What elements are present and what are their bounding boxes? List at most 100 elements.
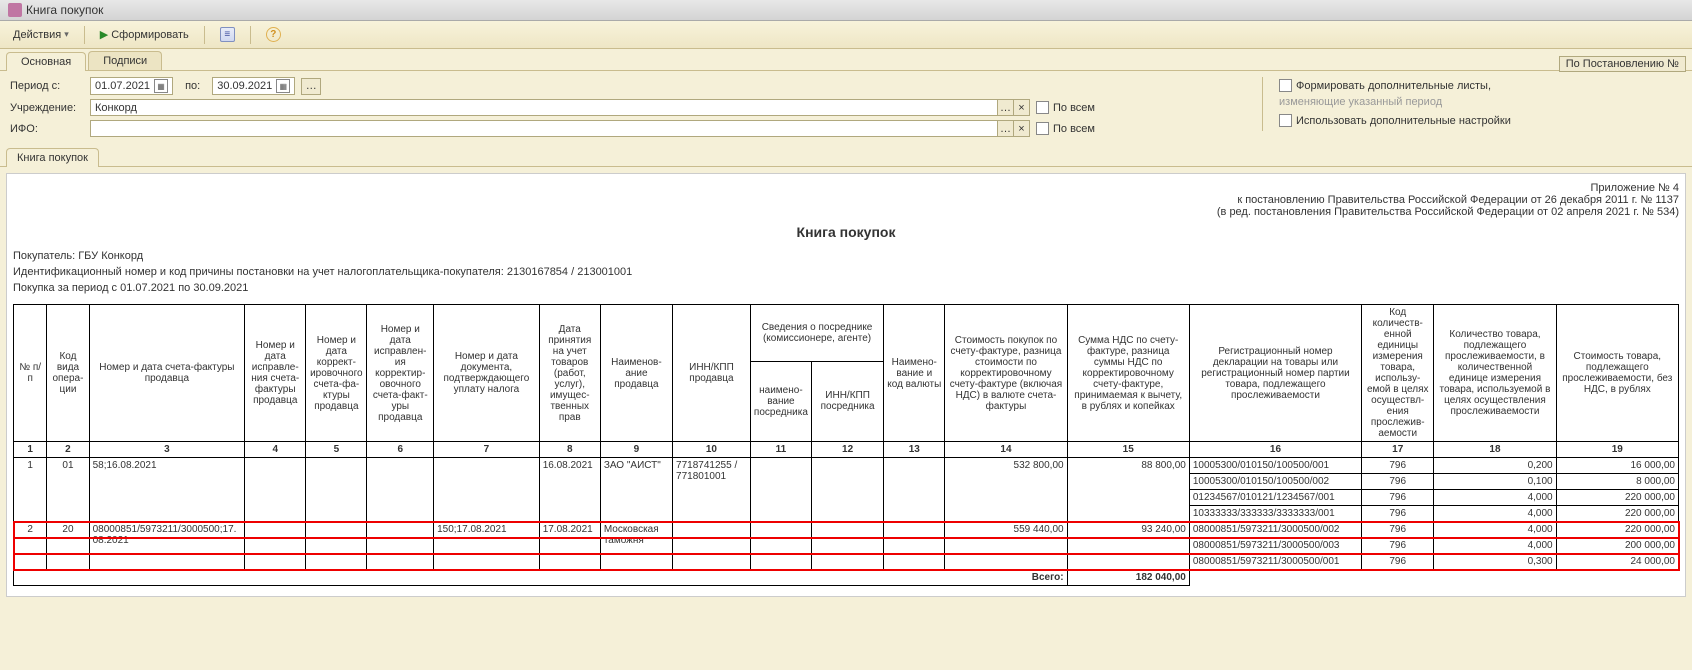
cell: 01234567/010121/1234567/001 (1189, 490, 1361, 506)
settings-tool-button[interactable]: ≡ (213, 24, 242, 45)
cell: Московская таможня (600, 522, 672, 570)
cell: 7718741255 / 771801001 (673, 458, 751, 522)
calendar-icon[interactable]: ▦ (154, 79, 168, 93)
form-extra-checkbox[interactable]: Формировать дополнительные листы, (1279, 79, 1491, 92)
cell: 10005300/010150/100500/001 (1189, 458, 1361, 474)
th-7: Номер и дата документа, подтверждаю­щего… (434, 305, 540, 442)
ifo-input[interactable] (90, 120, 998, 137)
cell: 08000851/5973211/3000500/003 (1189, 538, 1361, 554)
org-value: Конкорд (95, 102, 137, 114)
th-2: Код вида опера­ции (47, 305, 89, 442)
cell: 220 000,00 (1556, 522, 1678, 538)
total-row: Всего:182 040,00 (14, 570, 1679, 586)
cell: 58;16.08.2021 (89, 458, 245, 522)
cell (367, 522, 434, 570)
cell (884, 522, 945, 570)
cell: 796 (1362, 522, 1434, 538)
total-vat: 182 040,00 (1067, 570, 1189, 586)
colnum-cell: 9 (600, 442, 672, 458)
cell: 532 800,00 (945, 458, 1067, 522)
th-1: № п/п (14, 305, 47, 442)
cell: 220 000,00 (1556, 506, 1678, 522)
cell: 08000851/5973211/3000500;17.08.2021 (89, 522, 245, 570)
th-9: Наименов­ание продавца (600, 305, 672, 442)
period-to-input[interactable]: 30.09.2021 ▦ (212, 77, 295, 95)
cell (811, 522, 883, 570)
org-label: Учреждение: (10, 102, 84, 114)
cell: 20 (47, 522, 89, 570)
cell: 8 000,00 (1556, 474, 1678, 490)
cell: 4,000 (1434, 490, 1556, 506)
annex-line3: (в ред. постановления Правительства Росс… (13, 206, 1679, 218)
checkbox-icon (1036, 101, 1049, 114)
separator (250, 26, 251, 44)
table-row[interactable]: 22008000851/5973211/3000500;17.08.202115… (14, 522, 1679, 538)
colnum-cell: 7 (434, 442, 540, 458)
colnum-cell: 18 (1434, 442, 1556, 458)
cell: 0,200 (1434, 458, 1556, 474)
th-6: Номер и дата исправлен­ия корректир­овоч… (367, 305, 434, 442)
org-picker-button[interactable]: … (998, 99, 1014, 116)
ifo-picker-button[interactable]: … (998, 120, 1014, 137)
colnum-cell: 2 (47, 442, 89, 458)
cell: 796 (1362, 458, 1434, 474)
period-label: Период с: (10, 80, 84, 92)
cell (306, 522, 367, 570)
colnum-cell: 11 (750, 442, 811, 458)
ifo-clear-button[interactable]: × (1014, 120, 1030, 137)
org-input[interactable]: Конкорд (90, 99, 998, 116)
table-row[interactable]: 10158;16.08.202116.08.2021ЗАО "АИСТ"7718… (14, 458, 1679, 474)
annex-line1: Приложение № 4 (13, 182, 1679, 194)
th-18: Количество товара, подлежащего прослежив… (1434, 305, 1556, 442)
decree-dropdown[interactable]: По Постановлению № (1559, 56, 1686, 72)
ifo-all-checkbox[interactable]: По всем (1036, 122, 1095, 135)
cell: 17.08.2021 (539, 522, 600, 570)
actions-menu[interactable]: Действия ▾ (6, 26, 76, 44)
actions-label: Действия (13, 29, 61, 41)
cell: 4,000 (1434, 522, 1556, 538)
checkbox-icon (1036, 122, 1049, 135)
org-clear-button[interactable]: × (1014, 99, 1030, 116)
colnum-cell: 15 (1067, 442, 1189, 458)
th-19: Стоимость товара, подлежащего прослежива… (1556, 305, 1678, 442)
calendar-icon[interactable]: ▦ (276, 79, 290, 93)
tab-book[interactable]: Книга покупок (6, 148, 99, 167)
form-label: Сформировать (111, 29, 189, 41)
period-from-input[interactable]: 01.07.2021 ▦ (90, 77, 173, 95)
th-16: Регистрационный номер декларации на това… (1189, 305, 1361, 442)
cell: 559 440,00 (945, 522, 1067, 570)
checkbox-icon (1279, 79, 1292, 92)
cell (673, 522, 751, 570)
form-button[interactable]: ▶ Сформировать (93, 25, 196, 44)
th-3: Номер и дата счета-фактуры продавца (89, 305, 245, 442)
cell: 796 (1362, 554, 1434, 570)
period-from-value: 01.07.2021 (95, 80, 150, 92)
cell: 16.08.2021 (539, 458, 600, 522)
help-button[interactable]: ? (259, 24, 288, 45)
colnum-cell: 5 (306, 442, 367, 458)
tab-main[interactable]: Основная (6, 52, 86, 71)
period-picker-button[interactable]: … (301, 78, 321, 95)
window-title: Книга покупок (26, 3, 103, 17)
use-extra-checkbox[interactable]: Использовать дополнительные настройки (1279, 114, 1511, 127)
cell: 796 (1362, 538, 1434, 554)
cell (245, 522, 306, 570)
th-10: ИНН/КПП продавца (673, 305, 751, 442)
colnum-cell: 13 (884, 442, 945, 458)
cell: 796 (1362, 506, 1434, 522)
separator (204, 26, 205, 44)
colnum-cell: 8 (539, 442, 600, 458)
cell: 01 (47, 458, 89, 522)
colnum-cell: 14 (945, 442, 1067, 458)
cell: 2 (14, 522, 47, 570)
cell: 08000851/5973211/3000500/002 (1189, 522, 1361, 538)
cell: 10005300/010150/100500/002 (1189, 474, 1361, 490)
tool-icon: ≡ (220, 27, 235, 42)
cell: 4,000 (1434, 538, 1556, 554)
colnum-cell: 3 (89, 442, 245, 458)
total-label: Всего: (14, 570, 1068, 586)
tab-signs[interactable]: Подписи (88, 51, 162, 70)
org-all-checkbox[interactable]: По всем (1036, 101, 1095, 114)
changing-note: изменяющие указанный период (1279, 96, 1682, 108)
cell (434, 458, 540, 522)
